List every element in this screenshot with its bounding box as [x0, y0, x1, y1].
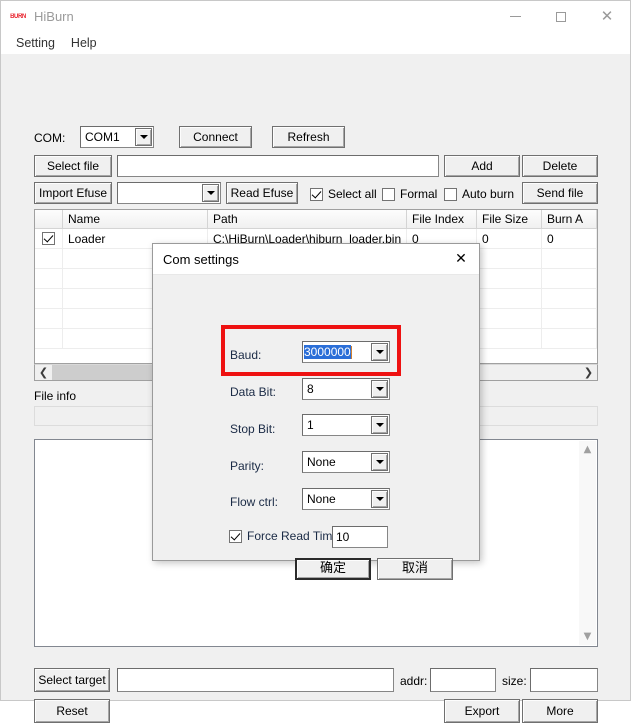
dialog-cancel-button[interactable]: 取消: [377, 558, 453, 580]
column-header-burn-addr[interactable]: Burn A: [542, 210, 597, 228]
flow-ctrl-value: None: [307, 492, 336, 506]
dialog-title: Com settings: [163, 251, 239, 267]
target-path-input[interactable]: [117, 668, 394, 692]
file-path-input[interactable]: [117, 155, 439, 177]
export-button[interactable]: Export: [444, 699, 520, 723]
refresh-button[interactable]: Refresh: [272, 126, 345, 148]
scroll-left-icon[interactable]: ❮: [35, 365, 52, 380]
dialog-close-icon[interactable]: ✕: [443, 244, 479, 274]
checkmark-icon: [42, 232, 55, 245]
checkbox-icon: [382, 187, 395, 201]
parity-combo[interactable]: None: [302, 451, 390, 473]
dialog-title-bar: Com settings ✕: [153, 244, 479, 275]
baud-value: 3000000: [304, 344, 351, 359]
minimize-icon[interactable]: [492, 1, 538, 32]
addr-input[interactable]: [430, 668, 496, 692]
formal-label: Formal: [400, 187, 438, 201]
row-checkbox[interactable]: [35, 229, 63, 248]
select-target-button[interactable]: Select target: [34, 668, 110, 692]
checkmark-icon: [310, 187, 323, 201]
com-settings-dialog: Com settings ✕ Baud: 3000000 Data Bit: 8…: [152, 243, 480, 580]
app-logo-text: BURN: [10, 13, 26, 20]
cell-burn-addr: 0: [542, 229, 597, 248]
data-bit-label: Data Bit:: [230, 385, 277, 399]
auto-burn-label: Auto burn: [462, 187, 515, 201]
column-header-name[interactable]: Name: [63, 210, 208, 228]
size-input[interactable]: [530, 668, 598, 692]
baud-label: Baud:: [230, 348, 262, 362]
text-caret: [350, 346, 352, 360]
parity-label: Parity:: [230, 459, 265, 473]
menu-bar: Setting Help: [1, 32, 630, 54]
dialog-ok-button[interactable]: 确定: [295, 558, 371, 580]
hiburn-main-window: BURN HiBurn ✕ Setting Help COM: COM1 Con…: [0, 0, 631, 723]
scroll-right-icon[interactable]: ❯: [580, 365, 597, 380]
com-label: COM:: [34, 131, 66, 145]
force-read-time-input[interactable]: 10: [332, 526, 388, 548]
addr-label: addr:: [400, 674, 428, 688]
stop-bit-label: Stop Bit:: [230, 422, 276, 436]
select-file-button[interactable]: Select file: [34, 155, 112, 177]
connect-button[interactable]: Connect: [179, 126, 252, 148]
cell-file-size: 0: [477, 229, 542, 248]
column-header-file-index[interactable]: File Index: [407, 210, 477, 228]
force-read-time-label: Force Read Time: [247, 529, 340, 543]
checkbox-icon: [444, 187, 457, 201]
scroll-up-icon[interactable]: ▲: [579, 441, 596, 458]
read-efuse-button[interactable]: Read Efuse: [226, 182, 298, 204]
flow-ctrl-combo[interactable]: None: [302, 488, 390, 510]
add-button[interactable]: Add: [444, 155, 520, 177]
select-all-label: Select all: [328, 187, 377, 201]
vscroll-track[interactable]: [579, 458, 596, 628]
file-info-label: File info: [34, 389, 77, 403]
reset-button[interactable]: Reset: [34, 699, 110, 723]
data-bit-value: 8: [307, 382, 314, 396]
force-read-time-checkbox[interactable]: Force Read Time: [229, 529, 339, 543]
size-label: size:: [502, 674, 527, 688]
send-file-button[interactable]: Send file: [522, 182, 598, 204]
chevron-down-icon[interactable]: [371, 490, 388, 508]
window-title: HiBurn: [34, 9, 74, 24]
select-all-checkbox[interactable]: Select all: [310, 187, 377, 201]
chevron-down-icon[interactable]: [371, 453, 388, 471]
column-header-check[interactable]: [35, 210, 63, 228]
scroll-down-icon[interactable]: ▼: [579, 628, 596, 645]
import-efuse-button[interactable]: Import Efuse: [34, 182, 112, 204]
maximize-icon[interactable]: [538, 1, 584, 32]
com-port-combo[interactable]: COM1: [80, 126, 154, 148]
chevron-down-icon[interactable]: [371, 343, 388, 361]
client-area: COM: COM1 Connect Refresh Select file Ad…: [1, 54, 630, 723]
stop-bit-value: 1: [307, 418, 314, 432]
column-header-path[interactable]: Path: [208, 210, 407, 228]
auto-burn-checkbox[interactable]: Auto burn: [444, 187, 514, 201]
app-logo-icon: BURN: [10, 9, 26, 25]
dialog-body: Baud: 3000000 Data Bit: 8 Stop Bit: 1 Pa…: [153, 275, 479, 580]
menu-item-setting[interactable]: Setting: [8, 34, 63, 52]
stop-bit-combo[interactable]: 1: [302, 414, 390, 436]
chevron-down-icon[interactable]: [371, 416, 388, 434]
com-port-value: COM1: [85, 130, 120, 144]
parity-value: None: [307, 455, 336, 469]
formal-checkbox[interactable]: Formal: [382, 187, 437, 201]
baud-value-wrap: 3000000: [303, 344, 370, 360]
column-header-file-size[interactable]: File Size: [477, 210, 542, 228]
table-header-row: Name Path File Index File Size Burn A: [35, 210, 597, 229]
close-icon[interactable]: ✕: [584, 1, 630, 32]
checkmark-icon: [229, 529, 242, 543]
more-button[interactable]: More: [522, 699, 598, 723]
chevron-down-icon[interactable]: [371, 380, 388, 398]
data-bit-combo[interactable]: 8: [302, 378, 390, 400]
flow-ctrl-label: Flow ctrl:: [230, 495, 278, 509]
title-bar: BURN HiBurn ✕: [1, 1, 630, 32]
efuse-combo[interactable]: [117, 182, 221, 204]
window-controls: ✕: [492, 1, 630, 32]
chevron-down-icon[interactable]: [202, 184, 219, 202]
menu-item-help[interactable]: Help: [63, 34, 105, 52]
delete-button[interactable]: Delete: [522, 155, 598, 177]
chevron-down-icon[interactable]: [135, 128, 152, 146]
baud-combo[interactable]: 3000000: [302, 341, 390, 363]
log-vscrollbar[interactable]: ▲ ▼: [579, 441, 596, 645]
